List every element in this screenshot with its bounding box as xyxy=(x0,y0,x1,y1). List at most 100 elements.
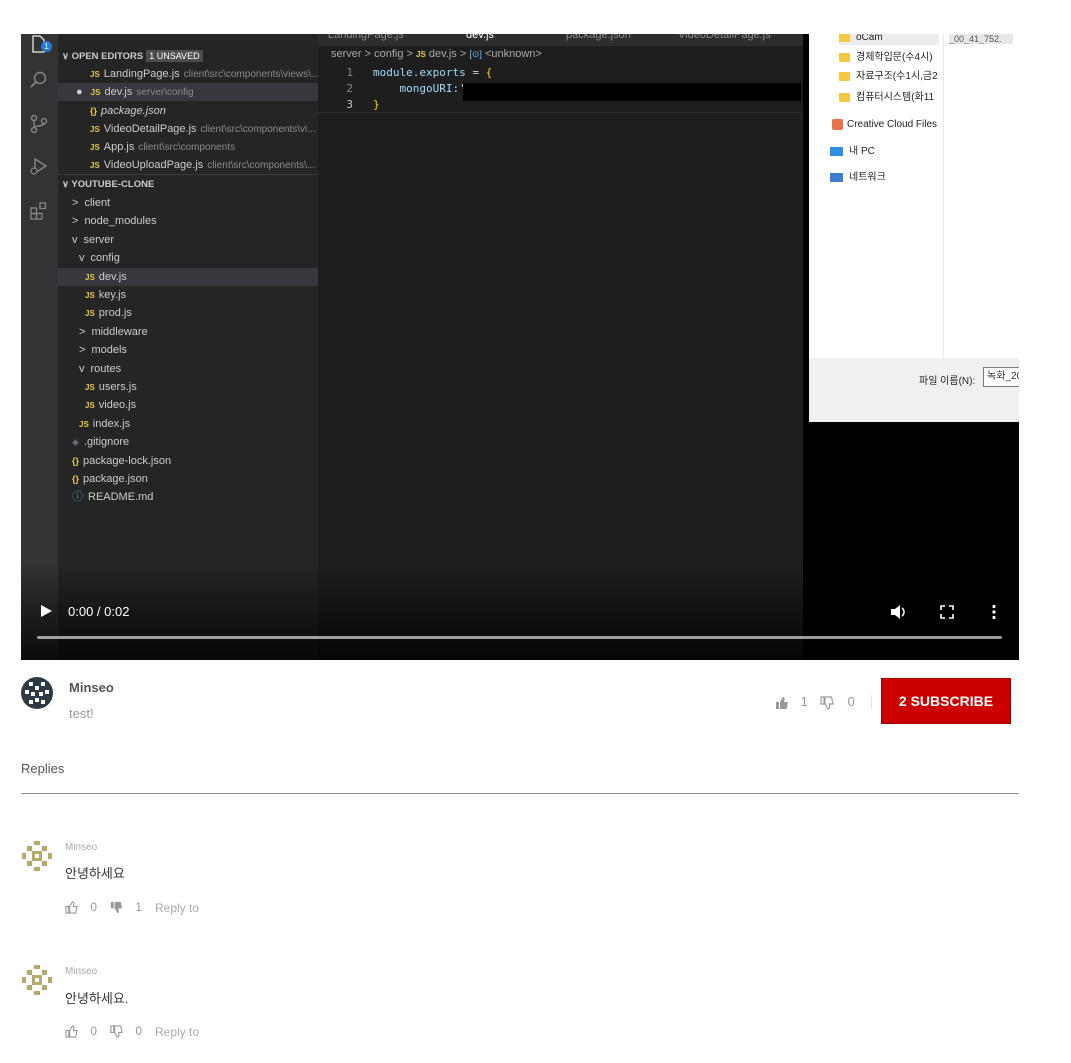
dialog-item-folder[interactable]: 경제학입문(수4시) xyxy=(839,51,933,65)
open-editor-item[interactable]: ● JS dev.js server\config xyxy=(58,83,336,101)
file-type-icon: JS xyxy=(85,291,95,300)
tree-item-label: node_modules xyxy=(84,215,157,228)
file-type-icon: JS xyxy=(90,125,100,134)
tree-item-label: users.js xyxy=(98,381,137,393)
comment-author: Minseo xyxy=(65,842,98,853)
chevron-icon: > xyxy=(72,197,79,209)
explorer-divider xyxy=(58,174,318,175)
unsaved-badge: 1 UNSAVED xyxy=(146,50,203,62)
filename-input[interactable]: 녹화_20 xyxy=(983,367,1019,387)
open-editor-item[interactable]: JS App.js client\src\components xyxy=(58,138,350,156)
reply-button[interactable]: Reply to xyxy=(155,901,199,915)
unsaved-dot: ● xyxy=(76,86,83,98)
avatar xyxy=(21,677,53,709)
open-editor-path: client\src\components xyxy=(138,142,236,153)
dialog-item-my-pc[interactable]: 내 PC xyxy=(830,145,875,159)
tree-item[interactable]: v server xyxy=(58,231,332,249)
editor-line-highlight xyxy=(318,112,803,113)
open-editor-item[interactable]: {} package.json xyxy=(58,102,350,120)
folder-icon xyxy=(839,52,850,62)
tree-item[interactable]: v routes xyxy=(58,360,339,378)
comment-dislike-button[interactable]: 1 xyxy=(110,900,142,914)
volume-button[interactable] xyxy=(890,604,908,620)
dislike-button[interactable]: 0 xyxy=(820,694,855,710)
tree-item[interactable]: JS dev.js xyxy=(58,267,345,286)
play-button[interactable] xyxy=(39,604,53,618)
tree-item-label: package.json xyxy=(83,473,148,485)
tree-item[interactable]: > node_modules xyxy=(58,212,332,230)
tab-videodetail: VideoDetailPage.js xyxy=(678,34,771,41)
open-editor-name: App.js xyxy=(103,141,135,153)
run-debug-icon xyxy=(29,156,49,176)
open-editor-name: VideoDetailPage.js xyxy=(103,123,197,135)
tree-item[interactable]: JS video.js xyxy=(58,396,345,414)
editor-tabs: LandingPage.js dev.js package.json Video… xyxy=(318,34,803,46)
comment-like-button[interactable]: 0 xyxy=(65,900,97,914)
tree-item[interactable]: > middleware xyxy=(58,323,339,341)
tree-item[interactable]: ⓘ README.md xyxy=(58,488,332,506)
open-editor-path: client\src\components\vi... xyxy=(200,124,316,135)
creative-cloud-icon xyxy=(832,118,843,130)
dialog-file-label: _00_41_752. xyxy=(949,34,1013,44)
tab-package: package.json xyxy=(566,34,631,41)
subscribe-button[interactable]: 2 SUBSCRIBE xyxy=(881,678,1011,724)
file-type-icon: JS xyxy=(90,88,101,97)
video-description: test! xyxy=(69,706,94,721)
file-type-icon: JS xyxy=(90,161,100,170)
thumbs-up-icon xyxy=(776,696,788,709)
comment-text: 안녕하세요 xyxy=(65,866,125,881)
file-type-icon: JS xyxy=(79,419,89,429)
open-editor-path: client\src\components\views\... xyxy=(183,69,320,80)
tree-item[interactable]: {} package-lock.json xyxy=(58,452,332,470)
open-editor-item[interactable]: JS LandingPage.js client\src\components\vi… xyxy=(58,65,350,83)
thumbs-up-icon xyxy=(65,1025,78,1038)
file-type-icon: {} xyxy=(72,474,80,484)
dialog-item-folder[interactable]: 자료구조(수1시,금2 xyxy=(839,70,938,84)
chevron-icon: > xyxy=(79,344,86,357)
open-editor-item[interactable]: JS VideoUploadPage.js client\src\component… xyxy=(58,156,350,174)
comment-dislike-button[interactable]: 0 xyxy=(110,1024,142,1038)
tree-item[interactable]: JS index.js xyxy=(58,415,339,433)
network-icon xyxy=(830,172,843,182)
thumbs-down-icon xyxy=(820,695,834,710)
tree-item-label: video.js xyxy=(98,399,137,412)
tree-item[interactable]: JS users.js xyxy=(58,378,345,396)
open-editor-path: client\src\components\... xyxy=(207,160,316,171)
file-type-icon: JS xyxy=(85,309,95,319)
tree-item-label: routes xyxy=(90,362,122,375)
tree-item[interactable]: v config xyxy=(58,249,339,267)
file-type-icon: JS xyxy=(85,383,95,392)
open-editors-header: ∨ OPEN EDITORS 1 UNSAVED xyxy=(58,47,322,65)
folder-icon xyxy=(839,71,850,81)
explorer-badge: 1 xyxy=(41,41,52,52)
comment-author: Minseo xyxy=(65,966,98,977)
video-author: Minseo xyxy=(69,680,114,695)
video-player[interactable]: 1 ∨ OPEN EDITORS 1 UNSAVED JS LandingPage.… xyxy=(21,34,1019,660)
tree-item-label: models xyxy=(91,344,127,357)
comment-avatar xyxy=(21,964,53,996)
tree-item[interactable]: > client xyxy=(58,194,332,212)
thumbs-down-icon xyxy=(110,902,123,914)
tree-item[interactable]: > models xyxy=(58,341,339,359)
tree-item-label: prod.js xyxy=(98,307,132,320)
tree-item[interactable]: {} package.json xyxy=(58,470,332,488)
fullscreen-button[interactable] xyxy=(940,605,954,619)
tree-item[interactable]: JS prod.js xyxy=(58,304,345,322)
like-button[interactable]: 1 xyxy=(775,694,808,710)
dialog-item-folder[interactable]: 컴퓨터시스템(화11 xyxy=(839,91,934,105)
divider xyxy=(871,695,872,709)
top-strip xyxy=(0,0,1071,34)
reply-button[interactable]: Reply to xyxy=(155,1025,199,1039)
progress-bar[interactable] xyxy=(37,636,1002,639)
folder-icon xyxy=(839,92,850,102)
tree-item[interactable]: JS key.js xyxy=(58,286,345,304)
dialog-item-ocam[interactable]: oCam xyxy=(839,34,939,45)
dialog-item-network[interactable]: 네트워크 xyxy=(830,171,886,185)
open-editor-item[interactable]: JS VideoDetailPage.js client\src\component… xyxy=(58,120,350,138)
extensions-icon xyxy=(29,200,49,220)
more-options-button[interactable] xyxy=(991,604,997,620)
comment-like-button[interactable]: 0 xyxy=(65,1024,97,1038)
tree-item[interactable]: ◈ .gitignore xyxy=(58,433,332,451)
replies-heading: Replies xyxy=(21,761,65,776)
dialog-item-creative-cloud[interactable]: Creative Cloud Files xyxy=(832,118,937,132)
